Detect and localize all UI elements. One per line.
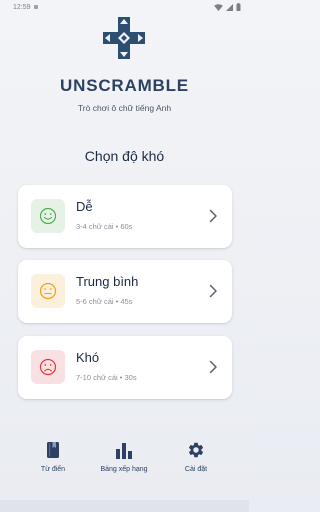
book-icon [47, 442, 59, 458]
status-time: 12:59 [13, 3, 31, 11]
nav-leaderboard[interactable]: Bảng xếp hạng [84, 440, 164, 473]
battery-icon [236, 3, 241, 11]
happy-face-icon [39, 207, 57, 225]
gamepad-logo-icon [103, 17, 145, 59]
gear-icon [188, 442, 204, 458]
hard-desc: 7-10 chữ cái • 30s [76, 373, 137, 382]
difficulty-heading: Chọn độ khó [84, 148, 165, 164]
chevron-right-icon [209, 284, 217, 298]
chevron-right-icon [209, 360, 217, 374]
app-subtitle: Trò chơi ô chữ tiếng Anh [77, 103, 172, 113]
easy-icon-box [31, 199, 65, 233]
app-title: UNSCRAMBLE [60, 76, 189, 95]
nav-settings-label: Cài đặt [184, 466, 208, 473]
easy-desc: 3-4 chữ cái • 60s [76, 222, 133, 231]
notification-icon [33, 5, 38, 9]
nav-leaderboard-label: Bảng xếp hạng [100, 466, 148, 473]
hard-icon-box [31, 350, 65, 384]
chevron-right-icon [209, 209, 217, 223]
leaderboard-icon [116, 443, 132, 459]
status-bar: 12:59 [0, 0, 249, 14]
hard-title: Khó [76, 350, 100, 365]
nav-dictionary-label: Từ điển [40, 466, 66, 473]
easy-title: Dễ [76, 199, 93, 214]
difficulty-card-easy[interactable]: Dễ 3-4 chữ cái • 60s [18, 185, 232, 248]
neutral-face-icon [39, 282, 57, 300]
medium-icon-box [31, 274, 65, 308]
wifi-icon [214, 3, 223, 11]
signal-icon [226, 3, 233, 11]
difficulty-card-medium[interactable]: Trung bình 5-6 chữ cái • 45s [18, 260, 232, 323]
nav-settings[interactable]: Cài đặt [156, 440, 236, 473]
nav-dictionary[interactable]: Từ điển [13, 440, 93, 473]
system-nav-bar [0, 500, 249, 512]
sad-face-icon [39, 358, 57, 376]
bottom-nav: Từ điển Bảng xếp hạng Cài đặt [0, 430, 249, 490]
medium-title: Trung bình [76, 274, 139, 289]
difficulty-card-hard[interactable]: Khó 7-10 chữ cái • 30s [18, 336, 232, 399]
medium-desc: 5-6 chữ cái • 45s [76, 297, 133, 306]
